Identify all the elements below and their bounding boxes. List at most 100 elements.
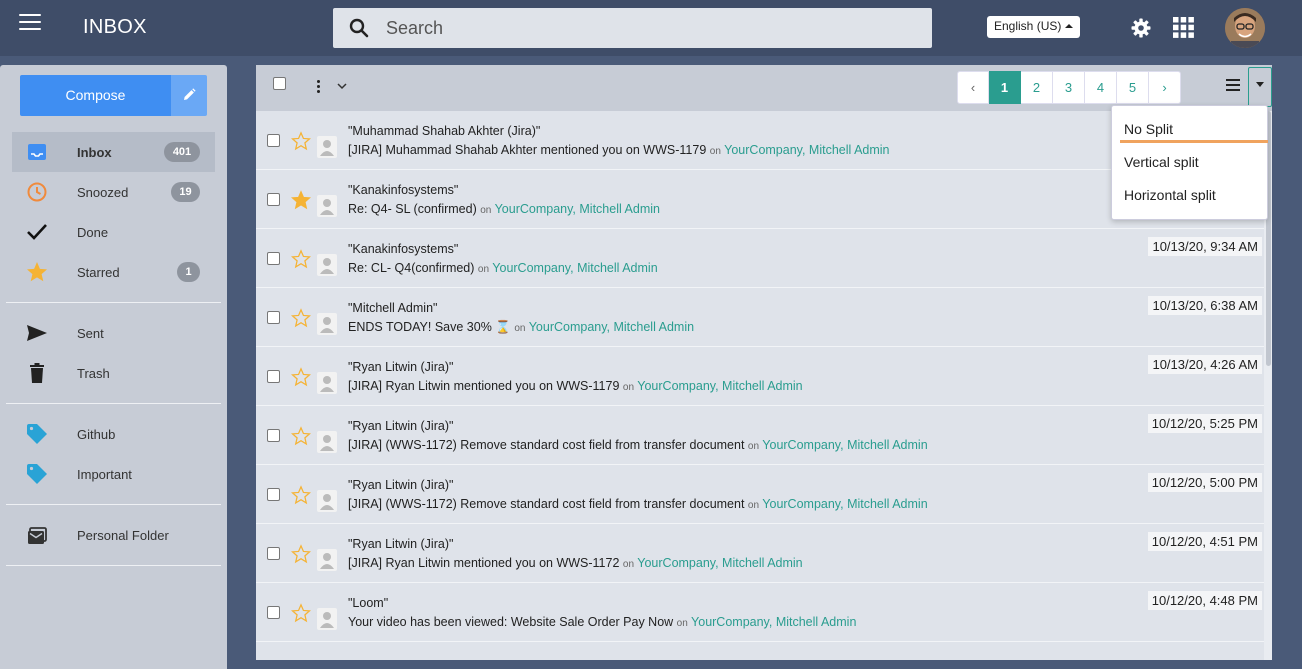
message-row[interactable]: "Ryan Litwin (Jira)" [JIRA] (WWS-1172) R… <box>256 406 1264 465</box>
top-bar: INBOX English (US) <box>0 0 1302 56</box>
page-2-button[interactable]: 2 <box>1021 71 1053 104</box>
row-checkbox[interactable] <box>267 606 280 619</box>
star-outline-icon[interactable] <box>291 308 311 328</box>
avatar[interactable] <box>1225 8 1265 48</box>
star-outline-icon[interactable] <box>291 426 311 446</box>
prev-page-button[interactable]: ‹ <box>957 71 989 104</box>
message-recipients-link[interactable]: YourCompany, Mitchell Admin <box>762 497 927 511</box>
contact-avatar-icon <box>317 549 337 571</box>
message-recipients-link[interactable]: YourCompany, Mitchell Admin <box>637 379 802 393</box>
message-date: 10/12/20, 4:51 PM <box>1147 532 1262 551</box>
select-all-checkbox[interactable] <box>273 77 286 90</box>
sidebar-item-github[interactable]: Github <box>12 414 215 454</box>
row-checkbox[interactable] <box>267 252 280 265</box>
unread-count-badge: 401 <box>164 142 200 162</box>
message-date: 10/13/20, 6:38 AM <box>1148 296 1262 315</box>
menu-item-vertical-split[interactable]: Vertical split <box>1124 154 1199 170</box>
sidebar-item-starred[interactable]: Starred 1 <box>12 252 215 292</box>
sidebar-item-personal-folder[interactable]: Personal Folder <box>12 515 215 555</box>
sidebar-item-label: Personal Folder <box>77 528 169 543</box>
apps-grid-icon[interactable] <box>1173 17 1194 38</box>
star-outline-icon[interactable] <box>291 544 311 564</box>
menu-icon[interactable] <box>19 14 41 32</box>
search-icon[interactable] <box>349 18 369 38</box>
sidebar-item-done[interactable]: Done <box>12 212 215 252</box>
message-recipients-link[interactable]: YourCompany, Mitchell Admin <box>691 615 856 629</box>
message-row[interactable]: "Loom" Your video has been viewed: Websi… <box>256 583 1264 642</box>
on-label: on <box>514 323 526 334</box>
checkmark-icon <box>27 224 47 240</box>
search-bar[interactable] <box>333 8 932 48</box>
message-row[interactable] <box>256 642 1264 660</box>
row-checkbox[interactable] <box>267 370 280 383</box>
next-page-button[interactable]: › <box>1149 71 1181 104</box>
gear-icon[interactable] <box>1131 18 1151 38</box>
sidebar-item-inbox[interactable]: Inbox 401 <box>12 132 215 172</box>
chevron-down-icon[interactable] <box>337 82 347 90</box>
on-label: on <box>747 500 760 511</box>
row-checkbox[interactable] <box>267 429 280 442</box>
on-label: on <box>622 559 635 570</box>
sidebar-item-sent[interactable]: Sent <box>12 313 215 353</box>
sidebar-item-label: Starred <box>77 265 120 280</box>
star-outline-icon[interactable] <box>291 249 311 269</box>
tag-icon <box>27 424 47 444</box>
compose-button[interactable]: Compose <box>20 75 171 116</box>
star-outline-icon[interactable] <box>291 367 311 387</box>
message-subject-line: [JIRA] Ryan Litwin mentioned you on WWS-… <box>348 379 803 393</box>
message-recipients-link[interactable]: YourCompany, Mitchell Admin <box>762 438 927 452</box>
message-recipients-link[interactable]: YourCompany, Mitchell Admin <box>724 143 889 157</box>
message-recipients-link[interactable]: YourCompany, Mitchell Admin <box>492 261 657 275</box>
sidebar-item-snoozed[interactable]: Snoozed 19 <box>12 172 215 212</box>
message-date: 10/13/20, 4:26 AM <box>1148 355 1262 374</box>
menu-item-no-split[interactable]: No Split <box>1124 121 1173 137</box>
message-sender: "Kanakinfosystems" <box>348 242 459 256</box>
message-row[interactable]: "Ryan Litwin (Jira)" [JIRA] Ryan Litwin … <box>256 524 1264 583</box>
menu-item-horizontal-split[interactable]: Horizontal split <box>1124 187 1216 203</box>
row-checkbox[interactable] <box>267 134 280 147</box>
compose-edit-button[interactable] <box>171 75 207 116</box>
message-sender: "Loom" <box>348 596 389 610</box>
page-3-button[interactable]: 3 <box>1053 71 1085 104</box>
message-row[interactable]: "Ryan Litwin (Jira)" [JIRA] Ryan Litwin … <box>256 347 1264 406</box>
message-subject: [JIRA] (WWS-1172) Remove standard cost f… <box>348 497 745 511</box>
row-checkbox[interactable] <box>267 547 280 560</box>
contact-avatar-icon <box>317 608 337 630</box>
message-row[interactable]: "Ryan Litwin (Jira)" [JIRA] (WWS-1172) R… <box>256 465 1264 524</box>
message-recipients-link[interactable]: YourCompany, Mitchell Admin <box>495 202 660 216</box>
on-label: on <box>747 441 760 452</box>
message-row[interactable]: "Kanakinfosystems" Re: CL- Q4(confirmed)… <box>256 229 1264 288</box>
split-view-toggle[interactable] <box>1248 67 1272 107</box>
language-select[interactable]: English (US) <box>987 16 1080 38</box>
page-5-button[interactable]: 5 <box>1117 71 1149 104</box>
star-outline-icon[interactable] <box>291 485 311 505</box>
pencil-icon <box>184 88 196 100</box>
selected-indicator <box>1120 140 1268 143</box>
contact-avatar-icon <box>317 195 337 217</box>
more-actions-icon[interactable] <box>317 80 321 94</box>
sidebar: Compose Inbox 401 Snoozed 19 Done Starre… <box>0 65 227 669</box>
tag-icon <box>27 464 47 484</box>
folder-icon <box>28 527 47 544</box>
sidebar-item-important[interactable]: Important <box>12 454 215 494</box>
on-label: on <box>709 146 721 157</box>
split-view-menu: No Split Vertical split Horizontal split <box>1111 105 1268 220</box>
message-row[interactable]: "Mitchell Admin" ENDS TODAY! Save 30% ⌛ … <box>256 288 1264 347</box>
message-recipients-link[interactable]: YourCompany, Mitchell Admin <box>529 320 694 334</box>
page-1-button[interactable]: 1 <box>989 71 1021 104</box>
row-checkbox[interactable] <box>267 193 280 206</box>
search-input[interactable] <box>386 16 906 40</box>
row-checkbox[interactable] <box>267 488 280 501</box>
sidebar-item-trash[interactable]: Trash <box>12 353 215 393</box>
list-view-icon[interactable] <box>1226 79 1240 91</box>
star-filled-icon[interactable] <box>291 190 311 210</box>
clock-icon <box>27 182 47 202</box>
star-outline-icon[interactable] <box>291 603 311 623</box>
page-4-button[interactable]: 4 <box>1085 71 1117 104</box>
divider <box>6 565 221 566</box>
message-recipients-link[interactable]: YourCompany, Mitchell Admin <box>637 556 802 570</box>
message-sender: "Mitchell Admin" <box>348 301 438 315</box>
message-subject-line: Your video has been viewed: Website Sale… <box>348 615 856 629</box>
row-checkbox[interactable] <box>267 311 280 324</box>
star-outline-icon[interactable] <box>291 131 311 151</box>
